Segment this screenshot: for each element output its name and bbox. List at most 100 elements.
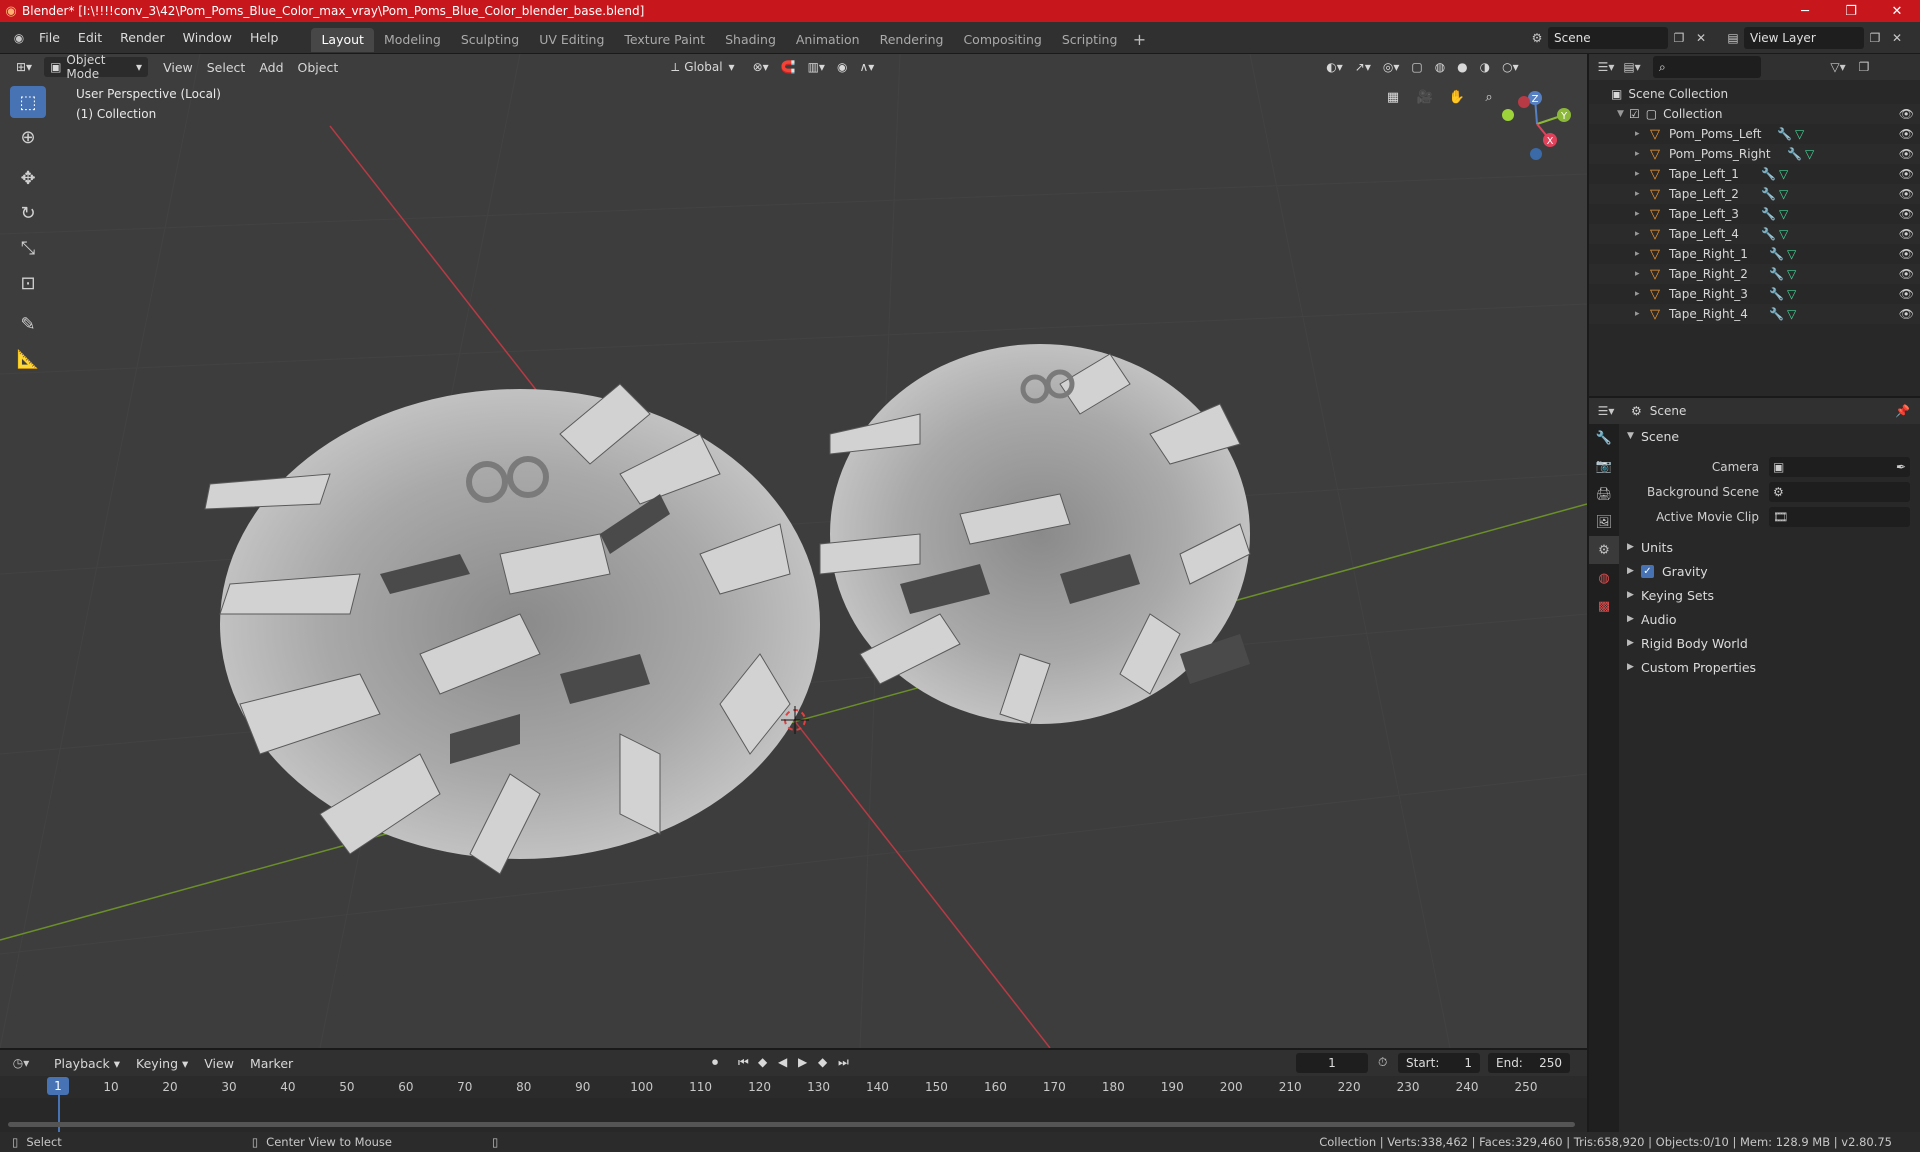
overlay-toggle-icon[interactable]: ◎▾ [1377,57,1406,77]
render-tab-icon[interactable]: 📷 [1589,452,1619,480]
eye-icon[interactable]: 👁 [1899,227,1914,241]
tab-uv-editing[interactable]: UV Editing [529,28,614,52]
outliner-object-row[interactable]: ▸ ▽ Tape_Right_4 🔧 ▽ 👁 [1589,304,1920,324]
scale-tool[interactable]: ⤡ [10,232,46,264]
prev-keyframe-icon[interactable]: ◆ [758,1055,767,1069]
current-frame-field[interactable]: 1 [1296,1053,1368,1073]
modifier-wrench-icon[interactable]: 🔧 [1769,267,1784,281]
pan-hand-icon[interactable]: ✋ [1444,84,1470,110]
outliner-editor-type-icon[interactable]: ☰▾ [1595,56,1617,78]
mesh-data-icon[interactable]: ▽ [1795,127,1804,141]
object-mode-dropdown[interactable]: ▣ Object Mode ▾ [44,54,149,81]
expand-triangle-icon[interactable]: ▸ [1635,309,1647,319]
modifier-wrench-icon[interactable]: 🔧 [1761,187,1776,201]
output-tab-icon[interactable]: 🖨 [1589,480,1619,508]
view-layer-selector[interactable]: View Layer [1744,27,1864,49]
mesh-data-icon[interactable]: ▽ [1787,267,1796,281]
timeline-ruler[interactable]: 10 20 30 40 50 60 70 80 90 100 110 120 130 140 150 160 1… [0,1076,1587,1098]
scene-selector[interactable]: Scene [1548,27,1668,49]
outliner-object-row[interactable]: ▸ ▽ Tape_Right_2 🔧 ▽ 👁 [1589,264,1920,284]
menu-playback[interactable]: Playback ▾ [46,1056,128,1071]
menu-window[interactable]: Window [174,22,241,54]
eye-icon[interactable]: 👁 [1899,147,1914,161]
modifier-wrench-icon[interactable]: 🔧 [1761,207,1776,221]
mesh-data-icon[interactable]: ▽ [1787,287,1796,301]
camera-field[interactable]: ▣ ✒ [1769,456,1910,477]
close-button[interactable]: ✕ [1874,0,1920,22]
tab-rendering[interactable]: Rendering [870,28,954,52]
expand-triangle-icon[interactable]: ▸ [1635,189,1647,199]
mesh-data-icon[interactable]: ▽ [1779,207,1788,221]
expand-triangle-icon[interactable]: ▸ [1635,289,1647,299]
start-frame-field[interactable]: Start: 1 [1398,1053,1480,1073]
tab-modeling[interactable]: Modeling [374,28,451,52]
view-layer-tab-icon[interactable]: 🖼 [1589,508,1619,536]
expand-triangle-icon[interactable]: ▸ [1635,129,1647,139]
xray-toggle-icon[interactable]: ▢ [1405,57,1428,77]
move-tool[interactable]: ✥ [10,162,46,194]
falloff-icon[interactable]: ∧▾ [853,57,880,77]
viewport-scene[interactable]: Z Y X [0,54,1587,1048]
outliner-object-row[interactable]: ▸ ▽ Pom_Poms_Right 🔧 ▽ 👁 [1589,144,1920,164]
material-shading-icon[interactable]: ◑ [1474,57,1496,77]
gravity-checkbox[interactable]: ✓ [1641,564,1654,578]
maximize-button[interactable]: ❐ [1828,0,1874,22]
outliner-object-row[interactable]: ▸ ▽ Tape_Left_1 🔧 ▽ 👁 [1589,164,1920,184]
menu-keying[interactable]: Keying ▾ [128,1056,196,1071]
end-frame-field[interactable]: End: 250 [1488,1053,1570,1073]
zoom-icon[interactable]: ⌕ [1476,84,1502,110]
modifier-wrench-icon[interactable]: 🔧 [1761,227,1776,241]
audio-panel-header[interactable]: ▶ Audio [1621,607,1920,631]
outliner-object-row[interactable]: ▸ ▽ Tape_Right_1 🔧 ▽ 👁 [1589,244,1920,264]
wireframe-shading-icon[interactable]: ◍ [1429,57,1451,77]
cursor-tool[interactable]: ⊕ [10,121,46,153]
eye-icon[interactable]: 👁 [1899,207,1914,221]
outliner-object-row[interactable]: ▸ ▽ Tape_Right_3 🔧 ▽ 👁 [1589,284,1920,304]
mesh-data-icon[interactable]: ▽ [1805,147,1814,161]
eye-icon[interactable]: 👁 [1899,307,1914,321]
mesh-data-icon[interactable]: ▽ [1787,307,1796,321]
tab-layout[interactable]: Layout [311,27,374,52]
eye-icon[interactable]: 👁 [1899,267,1914,281]
display-mode-icon[interactable]: ▤▾ [1621,56,1643,78]
play-reverse-icon[interactable]: ◀ [778,1055,787,1069]
menu-add[interactable]: Add [252,57,290,77]
scene-icon[interactable]: ⚙ [1526,27,1548,49]
select-box-tool[interactable]: ⬚ [10,86,46,118]
scene-tab-icon[interactable]: ⚙ [1589,536,1619,564]
rigid-body-world-panel-header[interactable]: ▶ Rigid Body World [1621,631,1920,655]
outliner-object-row[interactable]: ▸ ▽ Pom_Poms_Left 🔧 ▽ 👁 [1589,124,1920,144]
rendered-shading-icon[interactable]: ○▾ [1496,57,1525,77]
eye-icon[interactable]: 👁 [1899,287,1914,301]
editor-type-button[interactable]: ⊞▾ [10,57,38,77]
new-view-layer-icon[interactable]: ❐ [1864,27,1886,49]
visibility-icon[interactable]: ◐▾ [1320,57,1349,77]
mesh-data-icon[interactable]: ▽ [1779,167,1788,181]
playhead[interactable]: 1 [47,1077,69,1095]
menu-object[interactable]: Object [291,57,346,77]
pivot-point-icon[interactable]: ⊗▾ [747,57,775,77]
next-keyframe-icon[interactable]: ◆ [818,1055,827,1069]
jump-end-icon[interactable]: ⏭ [838,1055,849,1070]
annotate-tool[interactable]: ✎ [10,308,46,340]
expand-triangle-icon[interactable]: ▸ [1635,269,1647,279]
remove-view-layer-icon[interactable]: ✕ [1886,27,1908,49]
proportional-edit-icon[interactable]: ◉ [831,57,853,77]
gizmo-toggle-icon[interactable]: ↗▾ [1349,57,1377,77]
background-scene-field[interactable]: ⚙ [1769,481,1910,502]
menu-view[interactable]: View [156,57,200,77]
tab-animation[interactable]: Animation [786,28,870,52]
eye-icon[interactable]: 👁 [1899,167,1914,181]
properties-editor-type-icon[interactable]: ☰▾ [1595,400,1617,422]
outliner-collection[interactable]: ▼ ☑ ▢ Collection 👁 [1589,104,1920,124]
camera-view-icon[interactable]: 🎥 [1412,84,1438,110]
add-workspace-button[interactable]: + [1127,28,1151,52]
menu-marker[interactable]: Marker [242,1056,301,1071]
menu-select[interactable]: Select [200,57,253,77]
play-icon[interactable]: ▶ [798,1055,807,1069]
3d-viewport[interactable]: Z Y X ⊞▾ ▣ Object Mode ▾ View Select Add O… [0,54,1587,1048]
blender-menu-icon[interactable]: ◉ [8,27,30,49]
modifier-wrench-icon[interactable]: 🔧 [1769,247,1784,261]
texture-tab-icon[interactable]: ▩ [1589,592,1619,620]
eye-icon[interactable]: 👁 [1899,127,1914,141]
